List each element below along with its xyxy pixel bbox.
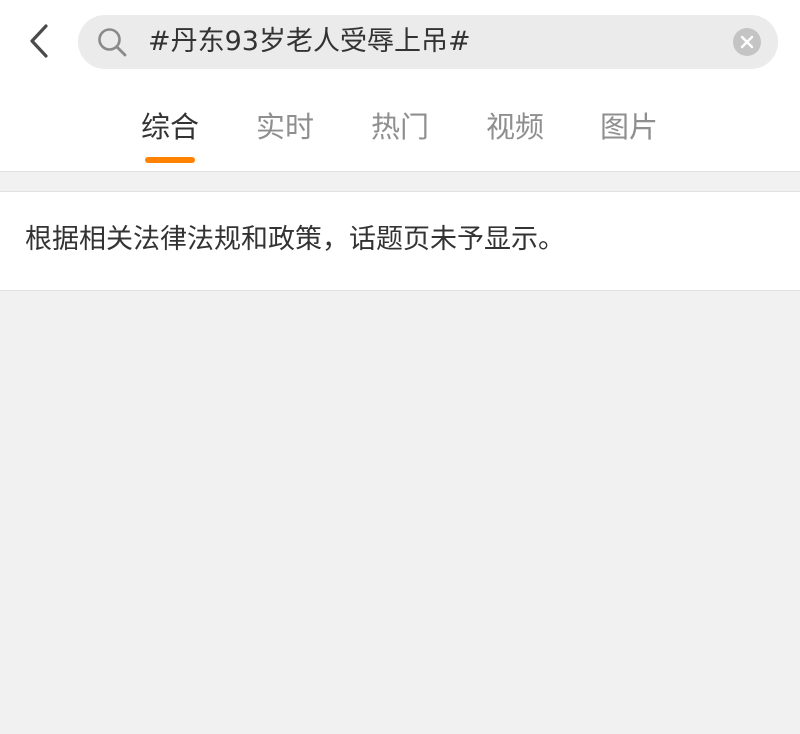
chevron-left-icon [30, 24, 48, 58]
active-tab-indicator [145, 157, 195, 163]
close-icon [740, 35, 754, 49]
divider [0, 171, 800, 172]
tab-bar: 综合 实时 热门 视频 图片 [0, 100, 800, 160]
tab-hot[interactable]: 热门 [355, 100, 445, 160]
notice-card: 根据相关法律法规和政策，话题页未予显示。 [0, 191, 800, 291]
tab-comprehensive[interactable]: 综合 [125, 100, 215, 160]
tab-pictures[interactable]: 图片 [584, 100, 674, 160]
tab-realtime[interactable]: 实时 [240, 100, 330, 160]
back-button[interactable] [22, 22, 56, 60]
notice-text: 根据相关法律法规和政策，话题页未予显示。 [25, 224, 565, 255]
clear-search-button[interactable] [733, 28, 761, 56]
top-bar: #丹东93岁老人受辱上吊# 综合 实时 热门 视频 图片 [0, 0, 800, 172]
search-input[interactable]: #丹东93岁老人受辱上吊# [148, 23, 708, 61]
search-icon [98, 28, 127, 57]
search-bar[interactable]: #丹东93岁老人受辱上吊# [78, 15, 778, 69]
tab-video[interactable]: 视频 [470, 100, 560, 160]
